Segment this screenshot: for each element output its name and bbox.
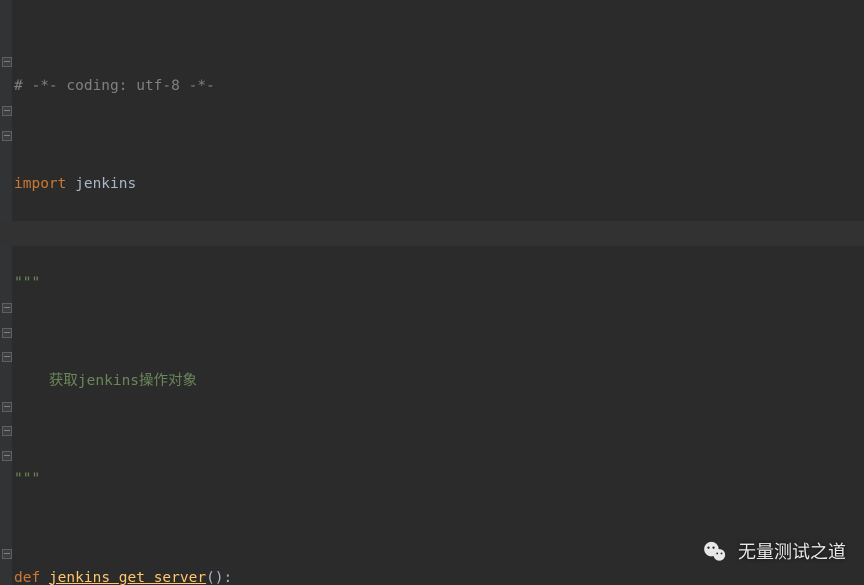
docstring: 获取jenkins操作对象 (14, 373, 197, 389)
fold-marker[interactable] (2, 426, 12, 436)
docstring: """ (14, 275, 40, 291)
code-line[interactable]: 获取jenkins操作对象 (14, 369, 864, 394)
watermark-text: 无量测试之道 (738, 540, 846, 565)
docstring: """ (14, 471, 40, 487)
punct: (): (206, 570, 232, 585)
code-line[interactable]: """ (14, 467, 864, 492)
comment: # -*- coding: utf-8 -*- (14, 78, 215, 94)
fold-marker[interactable] (2, 57, 12, 67)
gutter (0, 0, 12, 585)
fold-marker[interactable] (2, 352, 12, 362)
watermark: 无量测试之道 (702, 539, 846, 565)
code-line[interactable]: # -*- coding: utf-8 -*- (14, 74, 864, 99)
keyword-import: import (14, 176, 66, 192)
fold-marker[interactable] (2, 131, 12, 141)
keyword-def: def (14, 570, 40, 585)
module-name: jenkins (66, 176, 136, 192)
fold-marker[interactable] (2, 402, 12, 412)
wechat-icon (702, 539, 728, 565)
code-line[interactable]: import jenkins (14, 172, 864, 197)
code-area[interactable]: # -*- coding: utf-8 -*- import jenkins "… (14, 0, 864, 585)
fold-marker[interactable] (2, 451, 12, 461)
func-name: jenkins_get_server (49, 570, 206, 585)
fold-marker[interactable] (2, 106, 12, 116)
code-editor[interactable]: # -*- coding: utf-8 -*- import jenkins "… (0, 0, 864, 585)
code-line[interactable]: """ (14, 271, 864, 296)
fold-marker[interactable] (2, 303, 12, 313)
fold-marker[interactable] (2, 549, 12, 559)
fold-marker[interactable] (2, 328, 12, 338)
code-line[interactable]: def jenkins_get_server(): (14, 566, 864, 585)
